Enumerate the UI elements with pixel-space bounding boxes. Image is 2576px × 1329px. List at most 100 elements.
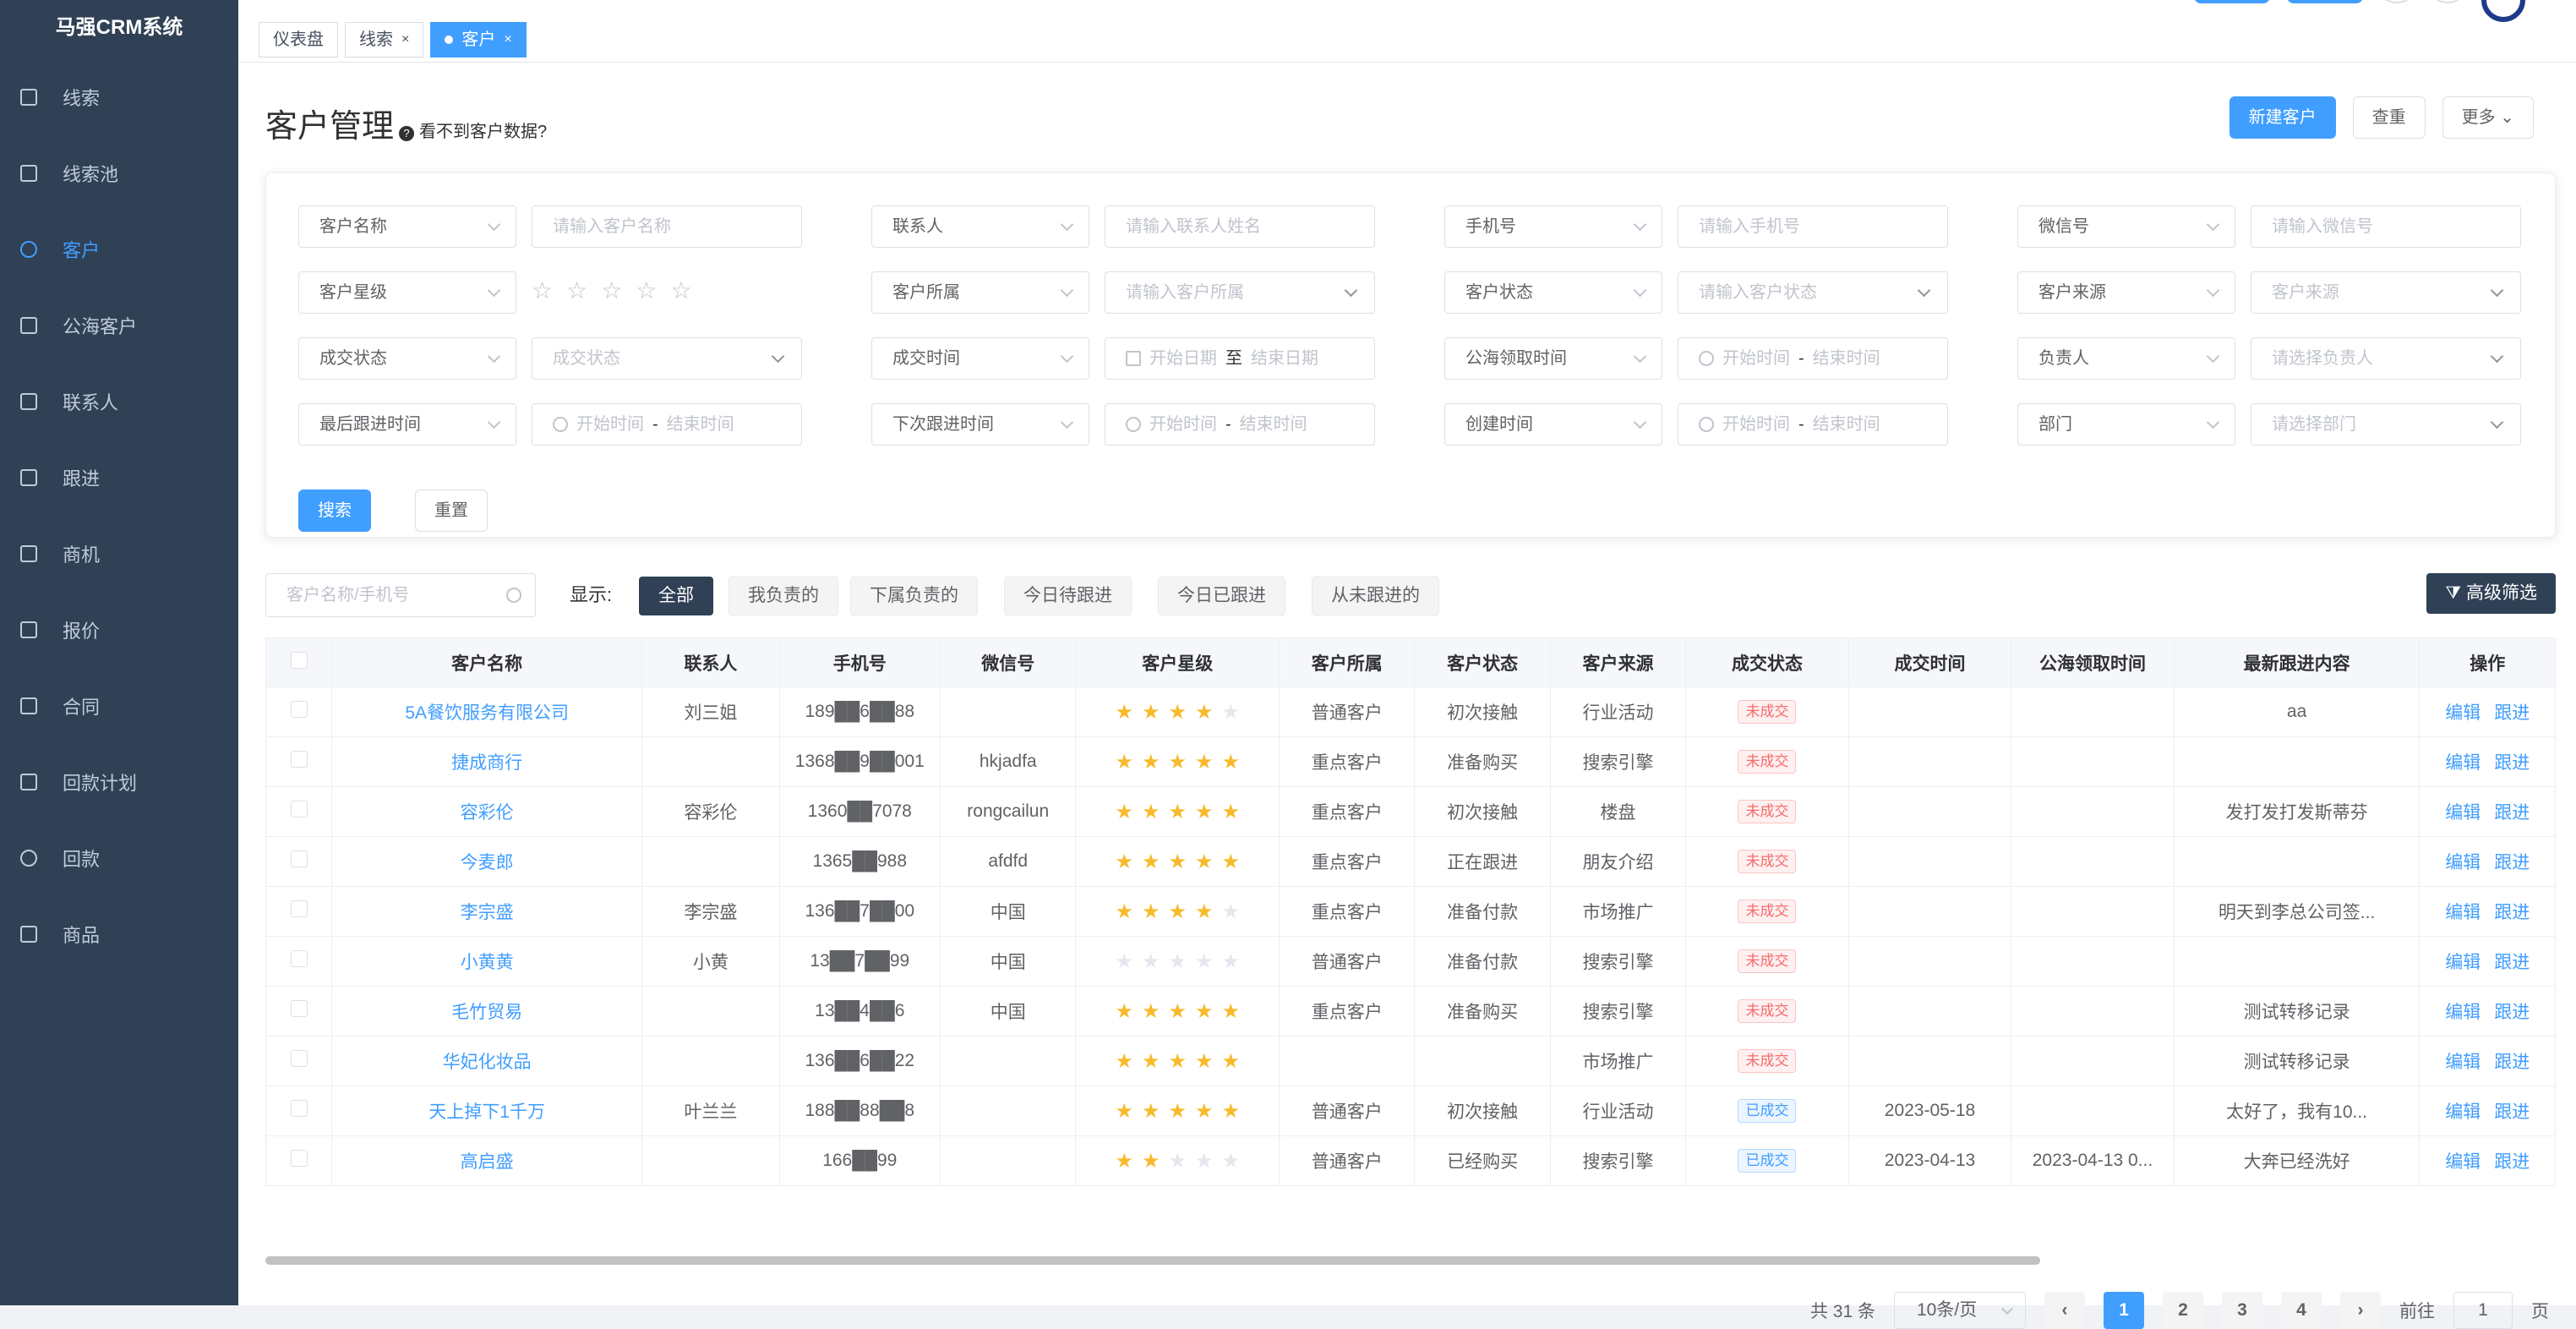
filter-field-input[interactable]: 开始时间 - 结束时间	[1678, 337, 1948, 380]
filter-field-input[interactable]: 客户来源	[2251, 271, 2521, 314]
row-checkbox[interactable]	[290, 900, 308, 917]
filter-segment[interactable]: 今日已跟进	[1158, 577, 1285, 615]
customer-name-link[interactable]: 小黄黄	[461, 953, 514, 972]
filter-field-input[interactable]: 请输入微信号	[2251, 205, 2521, 248]
filter-field-select[interactable]: 创建时间	[1444, 403, 1662, 446]
settings-icon[interactable]	[2431, 0, 2464, 3]
sidebar-item-0[interactable]: 线索	[0, 59, 238, 135]
more-button[interactable]: 更多 ⌄	[2442, 96, 2534, 139]
customer-name-link[interactable]: 李宗盛	[461, 903, 514, 922]
advanced-filter-button[interactable]: ⧩ 高级筛选	[2426, 573, 2556, 614]
customer-name-link[interactable]: 捷成商行	[451, 753, 522, 773]
filter-field-select[interactable]: 成交时间	[871, 337, 1089, 380]
row-checkbox[interactable]	[290, 1000, 308, 1017]
filter-field-select[interactable]: 客户所属	[871, 271, 1089, 314]
follow-link[interactable]: 跟进	[2494, 703, 2530, 723]
filter-field-input[interactable]: 开始时间 - 结束时间	[1105, 403, 1375, 446]
filter-field-input[interactable]: 请输入客户状态	[1678, 271, 1948, 314]
help-icon[interactable]: ?	[399, 126, 415, 141]
edit-link[interactable]: 编辑	[2445, 753, 2480, 773]
filter-field-input[interactable]: 请输入联系人姓名	[1105, 205, 1375, 248]
data-hint-link[interactable]: 看不到客户数据?	[419, 118, 547, 142]
sidebar-item-2[interactable]: 客户	[0, 211, 238, 287]
follow-link[interactable]: 跟进	[2494, 903, 2530, 922]
page-number[interactable]: 3	[2222, 1292, 2262, 1329]
filter-field-input[interactable]: 开始时间 - 结束时间	[1678, 403, 1948, 446]
sidebar-item-5[interactable]: 跟进	[0, 440, 238, 516]
filter-field-input[interactable]: 成交状态	[532, 337, 802, 380]
filter-field-select[interactable]: 部门	[2017, 403, 2235, 446]
filter-field-input[interactable]: 开始日期至结束日期	[1105, 337, 1375, 380]
sidebar-item-11[interactable]: 商品	[0, 896, 238, 972]
follow-link[interactable]: 跟进	[2494, 953, 2530, 972]
select-all-checkbox[interactable]	[290, 651, 308, 669]
customer-name-link[interactable]: 5A餐饮服务有限公司	[405, 703, 569, 723]
close-icon[interactable]: ×	[504, 23, 511, 57]
edit-link[interactable]: 编辑	[2445, 803, 2480, 823]
customer-name-link[interactable]: 容彩伦	[461, 803, 514, 823]
filter-field-input[interactable]: 请输入客户名称	[532, 205, 802, 248]
filter-segment[interactable]: 今日待跟进	[1004, 577, 1132, 615]
filter-segment[interactable]: 下属负责的	[850, 577, 978, 615]
filter-field-select[interactable]: 客户星级	[298, 271, 516, 314]
edit-link[interactable]: 编辑	[2445, 903, 2480, 922]
sidebar-item-9[interactable]: 回款计划	[0, 744, 238, 820]
filter-field-select[interactable]: 微信号	[2017, 205, 2235, 248]
edit-link[interactable]: 编辑	[2445, 1152, 2480, 1172]
filter-field-input[interactable]: 请选择部门	[2251, 403, 2521, 446]
filter-segment[interactable]: 我负责的	[729, 577, 838, 615]
quick-search-input[interactable]: 客户名称/手机号	[265, 573, 536, 617]
filter-field-input[interactable]: 请输入客户所属	[1105, 271, 1375, 314]
follow-link[interactable]: 跟进	[2494, 803, 2530, 823]
goto-page-input[interactable]: 1	[2453, 1292, 2513, 1329]
sidebar-item-6[interactable]: 商机	[0, 516, 238, 592]
edit-link[interactable]: 编辑	[2445, 1102, 2480, 1122]
page-number[interactable]: 2	[2163, 1292, 2203, 1329]
reset-button[interactable]: 重置	[415, 489, 488, 532]
fullscreen-icon[interactable]	[2380, 0, 2414, 3]
check-duplicate-button[interactable]: 查重	[2352, 96, 2426, 139]
star-rating-filter[interactable]: ☆ ☆ ☆ ☆ ☆	[532, 276, 692, 304]
filter-segment[interactable]: 全部	[639, 577, 713, 615]
new-customer-button[interactable]: 新建客户	[2229, 96, 2336, 139]
tab-2[interactable]: 客户 ×	[430, 22, 527, 57]
top-button-2[interactable]	[2287, 0, 2363, 3]
filter-field-select[interactable]: 最后跟进时间	[298, 403, 516, 446]
sidebar-item-7[interactable]: 报价	[0, 592, 238, 668]
sidebar-item-8[interactable]: 合同	[0, 668, 238, 744]
follow-link[interactable]: 跟进	[2494, 1003, 2530, 1022]
filter-field-select[interactable]: 下次跟进时间	[871, 403, 1089, 446]
page-number[interactable]: 4	[2281, 1292, 2322, 1329]
page-number[interactable]: 1	[2104, 1292, 2144, 1329]
customer-name-link[interactable]: 天上掉下1千万	[428, 1102, 545, 1122]
sidebar-item-3[interactable]: 公海客户	[0, 287, 238, 364]
sidebar-item-10[interactable]: 回款	[0, 820, 238, 896]
edit-link[interactable]: 编辑	[2445, 953, 2480, 972]
filter-field-select[interactable]: 负责人	[2017, 337, 2235, 380]
sidebar-item-1[interactable]: 线索池	[0, 135, 238, 211]
filter-field-select[interactable]: 公海领取时间	[1444, 337, 1662, 380]
filter-field-select[interactable]: 联系人	[871, 205, 1089, 248]
search-icon[interactable]	[506, 588, 521, 603]
prev-page-button[interactable]: ‹	[2044, 1292, 2085, 1329]
edit-link[interactable]: 编辑	[2445, 1003, 2480, 1022]
filter-field-select[interactable]: 客户状态	[1444, 271, 1662, 314]
edit-link[interactable]: 编辑	[2445, 1053, 2480, 1072]
filter-segment[interactable]: 从未跟进的	[1312, 577, 1439, 615]
follow-link[interactable]: 跟进	[2494, 753, 2530, 773]
filter-field-input[interactable]: 开始时间 - 结束时间	[532, 403, 802, 446]
row-checkbox[interactable]	[290, 701, 308, 718]
row-checkbox[interactable]	[290, 1100, 308, 1117]
sidebar-item-4[interactable]: 联系人	[0, 364, 238, 440]
star-icon[interactable]: ☆	[636, 276, 657, 304]
tab-0[interactable]: 仪表盘	[259, 22, 338, 57]
filter-field-input[interactable]: 请选择负责人	[2251, 337, 2521, 380]
filter-field-select[interactable]: 成交状态	[298, 337, 516, 380]
follow-link[interactable]: 跟进	[2494, 1152, 2530, 1172]
filter-field-select[interactable]: 客户名称	[298, 205, 516, 248]
customer-name-link[interactable]: 今麦郎	[461, 853, 514, 872]
edit-link[interactable]: 编辑	[2445, 853, 2480, 872]
top-button-1[interactable]	[2194, 0, 2270, 3]
row-checkbox[interactable]	[290, 1050, 308, 1067]
tab-1[interactable]: 线索 ×	[345, 22, 424, 57]
